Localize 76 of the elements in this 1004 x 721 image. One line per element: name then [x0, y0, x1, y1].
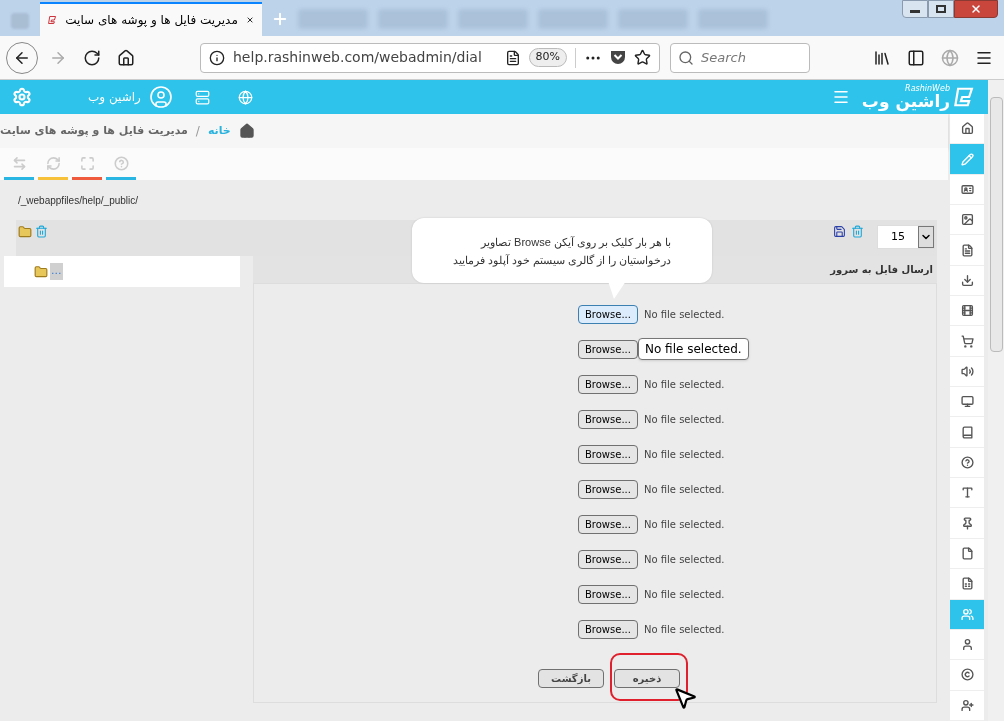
file-status: No file selected.: [643, 412, 725, 427]
file-status: No file selected.: [643, 307, 725, 322]
user-name: راشین وب: [88, 89, 141, 106]
scrollbar[interactable]: [988, 80, 1004, 721]
speaker-icon: [960, 364, 974, 378]
browse-button[interactable]: Browse...: [578, 619, 638, 639]
browse-button[interactable]: Browse...: [578, 514, 638, 534]
browse-button[interactable]: Browse...: [578, 584, 638, 604]
expand-icon: [79, 156, 95, 171]
page-size-select[interactable]: 15: [877, 225, 935, 249]
add-user-icon: [960, 698, 974, 712]
browse-button[interactable]: Browse...: [578, 444, 638, 464]
breadcrumb-current: مدیریت فایل ها و پوشه های سایت: [0, 122, 188, 139]
file-status: No file selected.: [643, 587, 725, 602]
file-status: No file selected.: [643, 377, 725, 392]
search-icon: [678, 49, 694, 66]
panel-title: ارسال فایل به سرور: [830, 263, 933, 277]
close-button[interactable]: [954, 0, 998, 18]
browse-button[interactable]: Browse...: [578, 339, 638, 359]
pocket-icon[interactable]: [610, 50, 626, 65]
reload-icon: [83, 48, 101, 67]
id-card-icon: [960, 182, 974, 196]
info-icon[interactable]: [209, 49, 225, 66]
home-icon: [117, 48, 135, 67]
monitor-icon: [960, 395, 974, 409]
maximize-button[interactable]: [928, 0, 954, 18]
browse-button[interactable]: Browse...: [578, 409, 638, 429]
download-icon: [960, 273, 974, 287]
save-icon[interactable]: [833, 225, 846, 238]
pin-icon: [960, 516, 974, 530]
refresh-icon: [45, 156, 61, 171]
search-field[interactable]: Search: [670, 42, 810, 73]
home-icon[interactable]: [238, 123, 255, 139]
address-bar[interactable]: help.rashinweb.com/webadmin/dial 80%: [200, 42, 660, 73]
document-icon: [960, 243, 974, 257]
minimize-button[interactable]: [902, 0, 928, 18]
resize-icon: [11, 156, 27, 171]
folder-path: /_webappfiles/help/_public/: [18, 193, 139, 208]
folder-icon: [34, 264, 48, 279]
spreadsheet-icon: [960, 577, 974, 591]
user-icon: [960, 638, 974, 651]
browser-tab[interactable]: مدیریت فایل ها و پوشه های سایت: [40, 2, 262, 36]
image-icon: [960, 213, 974, 227]
browse-button[interactable]: Browse...: [578, 479, 638, 499]
form-button[interactable]: بازگشت: [538, 669, 604, 688]
tooltip: No file selected.: [637, 338, 749, 360]
browse-button[interactable]: Browse...: [578, 549, 638, 569]
pencil-icon: [960, 152, 974, 166]
help-icon: [113, 156, 129, 171]
zoom-badge[interactable]: 80%: [528, 48, 567, 67]
reader-view-icon[interactable]: [504, 49, 521, 66]
file-status: No file selected.: [643, 552, 725, 567]
users-icon: [960, 607, 974, 621]
copyright-icon: [960, 668, 974, 682]
star-icon[interactable]: [634, 49, 651, 66]
tab-title: مدیریت فایل ها و پوشه های سایت: [65, 12, 238, 29]
file-icon: [960, 547, 974, 560]
file-status: No file selected.: [643, 482, 725, 497]
cursor-icon: [672, 685, 698, 711]
url-text: help.rashinweb.com/webadmin/dial: [233, 48, 483, 67]
home-icon: [960, 122, 974, 136]
close-icon: [970, 3, 982, 15]
breadcrumb-separator: /: [195, 123, 200, 140]
form-button[interactable]: ذخیره: [614, 669, 680, 688]
text-size-icon: [960, 486, 974, 500]
file-status: No file selected.: [643, 622, 725, 637]
callout-text: با هر بار کلیک بر روی آیکن Browse تصاویر درخواستیان را از گالری سیستم خود آپلود فرمایید: [452, 234, 672, 269]
cart-icon: [960, 334, 974, 348]
help-icon: [960, 455, 974, 469]
film-icon: [960, 304, 974, 318]
browse-button[interactable]: Browse...: [578, 304, 638, 324]
new-folder-icon[interactable]: [18, 225, 32, 239]
file-status: No file selected.: [643, 447, 725, 462]
book-icon: [960, 425, 974, 439]
file-status: No file selected.: [643, 517, 725, 532]
browse-button[interactable]: Browse...: [578, 374, 638, 394]
